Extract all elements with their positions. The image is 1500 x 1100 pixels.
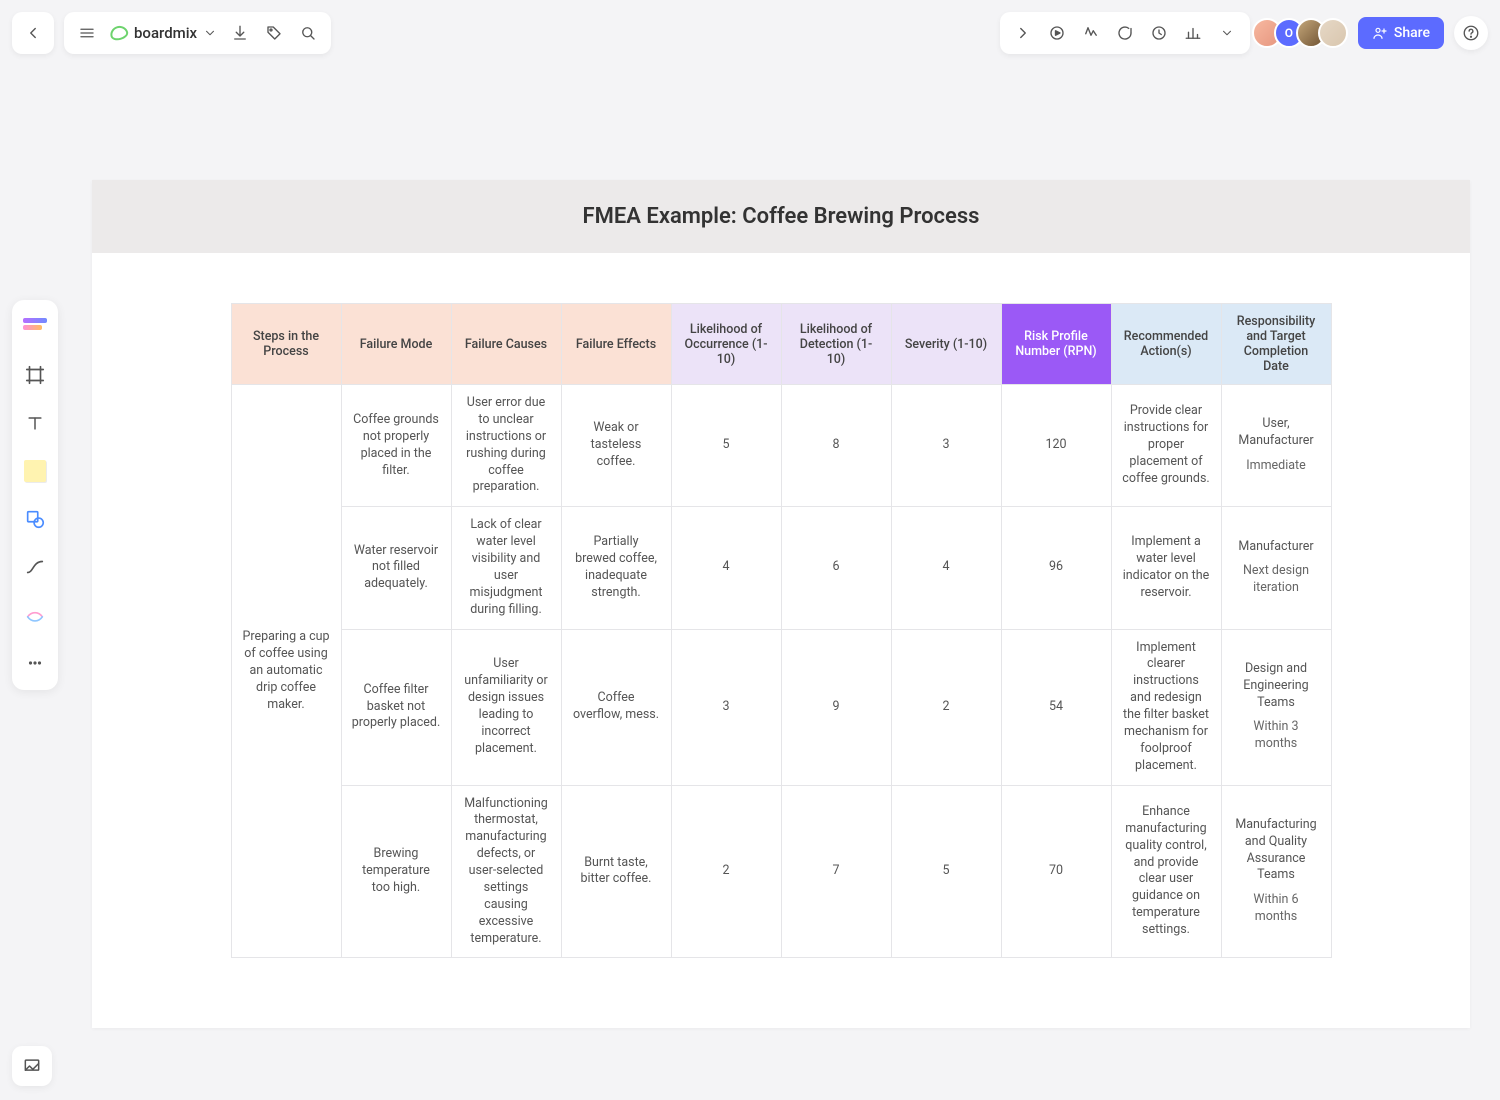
cell-effects: Weak or tasteless coffee. <box>561 385 671 507</box>
present-button[interactable] <box>1040 16 1074 50</box>
document-title: FMEA Example: Coffee Brewing Process <box>92 180 1470 253</box>
document-title-button[interactable]: boardmix <box>104 24 223 42</box>
minimap-button[interactable] <box>12 1046 52 1086</box>
cell-occ: 2 <box>671 785 781 958</box>
topbar: boardmix <box>12 12 1488 54</box>
tool-templates[interactable] <box>18 310 52 344</box>
search-button[interactable] <box>291 16 325 50</box>
back-button[interactable] <box>16 16 50 50</box>
table-row[interactable]: Preparing a cup of coffee using an autom… <box>231 385 1331 507</box>
col-header: Steps in the Process <box>231 304 341 385</box>
tool-text[interactable] <box>18 406 52 440</box>
table-row[interactable]: Water reservoir not filled adequately.La… <box>231 507 1331 629</box>
cell-effects: Burnt taste, bitter coffee. <box>561 785 671 958</box>
cell-occ: 4 <box>671 507 781 629</box>
cell-mode: Coffee grounds not properly placed in th… <box>341 385 451 507</box>
cell-responsibility: User, ManufacturerImmediate <box>1221 385 1331 507</box>
tool-panel <box>12 300 58 690</box>
col-header: Severity (1-10) <box>891 304 1001 385</box>
download-button[interactable] <box>223 16 257 50</box>
col-header: Failure Mode <box>341 304 451 385</box>
tool-frame[interactable] <box>18 358 52 392</box>
cell-rpn: 54 <box>1001 629 1111 785</box>
table-row[interactable]: Coffee filter basket not properly placed… <box>231 629 1331 785</box>
cell-det: 6 <box>781 507 891 629</box>
cell-sev: 2 <box>891 629 1001 785</box>
chevron-down-icon <box>203 26 217 40</box>
col-header: Likelihood of Occurrence (1-10) <box>671 304 781 385</box>
app-name: boardmix <box>134 24 197 42</box>
col-header: Recommended Action(s) <box>1111 304 1221 385</box>
cell-sev: 3 <box>891 385 1001 507</box>
cell-rpn: 96 <box>1001 507 1111 629</box>
help-button[interactable] <box>1454 16 1488 50</box>
avatar[interactable] <box>1318 18 1348 48</box>
history-button[interactable] <box>1142 16 1176 50</box>
cell-responsibility: ManufacturerNext design iteration <box>1221 507 1331 629</box>
cell-causes: User error due to unclear instructions o… <box>451 385 561 507</box>
cell-sev: 5 <box>891 785 1001 958</box>
back-pill <box>12 12 54 54</box>
fmea-table[interactable]: Steps in the Process Failure Mode Failur… <box>231 303 1332 958</box>
col-header: Responsibility and Target Completion Dat… <box>1221 304 1331 385</box>
cell-action: Implement clearer instructions and redes… <box>1111 629 1221 785</box>
tool-pen[interactable] <box>18 598 52 632</box>
cell-action: Provide clear instructions for proper pl… <box>1111 385 1221 507</box>
menu-button[interactable] <box>70 16 104 50</box>
brand-logo-icon <box>110 26 128 40</box>
col-header: Risk Profile Number (RPN) <box>1001 304 1111 385</box>
share-label: Share <box>1394 25 1430 41</box>
expand-button[interactable] <box>1006 16 1040 50</box>
tool-sticky-note[interactable] <box>18 454 52 488</box>
cell-det: 8 <box>781 385 891 507</box>
stats-button[interactable] <box>1176 16 1210 50</box>
cell-causes: Lack of clear water level visibility and… <box>451 507 561 629</box>
cell-rpn: 120 <box>1001 385 1111 507</box>
cell-causes: User unfamiliarity or design issues lead… <box>451 629 561 785</box>
cell-occ: 5 <box>671 385 781 507</box>
sparkle-button[interactable] <box>1074 16 1108 50</box>
actions-pill <box>1000 12 1250 54</box>
cell-sev: 4 <box>891 507 1001 629</box>
cell-responsibility: Manufacturing and Quality Assurance Team… <box>1221 785 1331 958</box>
collaborator-avatars[interactable]: O <box>1260 18 1348 48</box>
table-header-row: Steps in the Process Failure Mode Failur… <box>231 304 1331 385</box>
cell-occ: 3 <box>671 629 781 785</box>
cell-rpn: 70 <box>1001 785 1111 958</box>
cell-mode: Water reservoir not filled adequately. <box>341 507 451 629</box>
cell-effects: Coffee overflow, mess. <box>561 629 671 785</box>
canvas[interactable]: FMEA Example: Coffee Brewing Process Ste… <box>92 180 1470 1028</box>
file-pill: boardmix <box>64 12 331 54</box>
cell-mode: Brewing temperature too high. <box>341 785 451 958</box>
cell-action: Enhance manufacturing quality control, a… <box>1111 785 1221 958</box>
tool-more[interactable] <box>18 646 52 680</box>
cell-mode: Coffee filter basket not properly placed… <box>341 629 451 785</box>
col-header: Likelihood of Detection (1-10) <box>781 304 891 385</box>
tag-button[interactable] <box>257 16 291 50</box>
more-button[interactable] <box>1210 16 1244 50</box>
col-header: Failure Causes <box>451 304 561 385</box>
cell-det: 9 <box>781 629 891 785</box>
table-row[interactable]: Brewing temperature too high.Malfunction… <box>231 785 1331 958</box>
tool-shape[interactable] <box>18 502 52 536</box>
tool-connector[interactable] <box>18 550 52 584</box>
cell-responsibility: Design and Engineering TeamsWithin 3 mon… <box>1221 629 1331 785</box>
cell-effects: Partially brewed coffee, inadequate stre… <box>561 507 671 629</box>
col-header: Failure Effects <box>561 304 671 385</box>
share-button[interactable]: Share <box>1358 17 1444 49</box>
cell-causes: Malfunctioning thermostat, manufacturing… <box>451 785 561 958</box>
cell-action: Implement a water level indicator on the… <box>1111 507 1221 629</box>
cell-step: Preparing a cup of coffee using an autom… <box>231 385 341 958</box>
comment-button[interactable] <box>1108 16 1142 50</box>
cell-det: 7 <box>781 785 891 958</box>
